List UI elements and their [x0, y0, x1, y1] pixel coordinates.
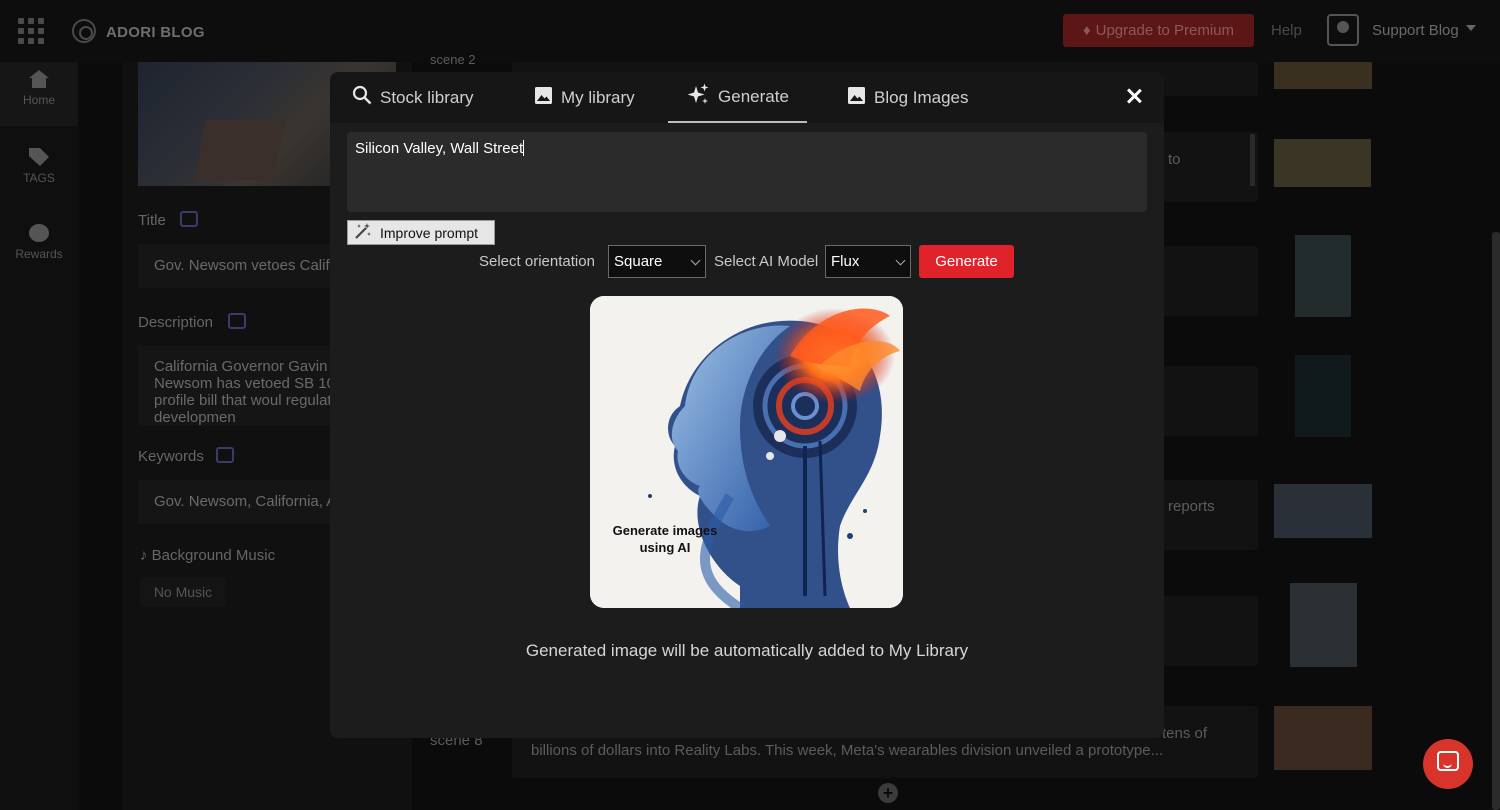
generated-image-preview: Generate images using AI: [590, 296, 903, 608]
account-name[interactable]: Support Blog: [1372, 22, 1459, 39]
scene-text: tens of: [1162, 725, 1208, 742]
improve-prompt-button[interactable]: Improve prompt: [347, 220, 495, 245]
generate-button[interactable]: Generate: [919, 245, 1014, 278]
page-scrollbar[interactable]: [1492, 232, 1500, 810]
tab-label: Blog Images: [874, 87, 969, 107]
scene-text: reports: [1168, 498, 1215, 515]
orientation-value: Square: [614, 253, 663, 270]
scene-thumbnail[interactable]: [1290, 583, 1357, 667]
chevron-down-icon: [690, 255, 701, 266]
image-icon: [847, 86, 866, 110]
chevron-down-icon: [895, 255, 906, 266]
scene-label: scene 2: [430, 52, 476, 67]
image-icon: [534, 86, 553, 110]
scene-text: to: [1168, 151, 1181, 168]
music-label-text: Background Music: [151, 547, 276, 564]
cover-image-detail: [194, 120, 286, 180]
sidebar-item-rewards[interactable]: Rewards: [0, 216, 78, 280]
tab-my-library[interactable]: My library: [534, 72, 635, 123]
orientation-label: Select orientation: [479, 253, 595, 270]
search-icon: [352, 85, 372, 110]
scene-thumbnail[interactable]: [1274, 62, 1372, 89]
upgrade-button[interactable]: ♦ Upgrade to Premium: [1063, 14, 1254, 47]
ai-robot-icon[interactable]: [228, 313, 246, 329]
sidebar-item-label: TAGS: [23, 171, 55, 185]
preview-caption: Generate images using AI: [612, 523, 718, 555]
rewards-icon: [29, 224, 49, 242]
ai-model-label: Select AI Model: [714, 253, 819, 270]
scene-thumbnail[interactable]: [1274, 139, 1371, 187]
music-label: ♪ Background Music: [140, 547, 275, 564]
tab-label: Generate: [718, 86, 789, 106]
tab-generate[interactable]: Generate: [668, 72, 807, 123]
scene-text: billions of dollars into Reality Labs. T…: [531, 742, 1164, 759]
ai-robot-icon[interactable]: [216, 447, 234, 463]
description-label: Description: [138, 314, 214, 331]
sidebar-item-home[interactable]: Home: [0, 62, 78, 126]
text-cursor: [523, 140, 525, 156]
adori-logo-icon: [72, 19, 96, 43]
brand-name: ADORI BLOG: [106, 24, 205, 41]
improve-prompt-label: Improve prompt: [380, 224, 479, 241]
orientation-select[interactable]: Square: [608, 245, 706, 278]
prompt-input[interactable]: Silicon Valley, Wall Street: [347, 132, 1147, 212]
keywords-label: Keywords: [138, 448, 204, 465]
sidebar-item-label: Rewards: [15, 247, 63, 261]
apps-grid-icon[interactable]: [18, 18, 44, 44]
scene-card-edge: [1250, 134, 1255, 186]
music-select[interactable]: No Music: [140, 577, 226, 607]
account-avatar-icon[interactable]: [1327, 14, 1359, 46]
scene-thumbnail[interactable]: [1274, 484, 1372, 538]
ai-head-illustration: [590, 296, 903, 608]
scene-thumbnail[interactable]: [1274, 706, 1372, 770]
sidebar-item-tags[interactable]: TAGS: [0, 140, 78, 204]
ai-robot-icon[interactable]: [180, 211, 198, 227]
ai-model-select[interactable]: Flux: [825, 245, 911, 278]
upgrade-label: Upgrade to Premium: [1095, 22, 1235, 39]
sidebar-item-label: Home: [22, 93, 55, 107]
close-icon[interactable]: [1123, 85, 1145, 107]
music-note-icon: ♪: [140, 547, 152, 564]
tab-label: My library: [561, 87, 635, 107]
prompt-value: Silicon Valley, Wall Street: [355, 140, 524, 157]
help-link[interactable]: Help: [1271, 22, 1302, 39]
home-icon: [29, 70, 49, 88]
scene-thumbnail[interactable]: [1295, 235, 1351, 317]
tag-icon: [29, 148, 49, 166]
tab-blog-images[interactable]: Blog Images: [847, 72, 969, 123]
ai-model-value: Flux: [831, 253, 860, 270]
library-note: Generated image will be automatically ad…: [525, 641, 969, 660]
sparkle-icon: [686, 82, 710, 111]
magic-wand-icon: [354, 222, 372, 243]
tab-label: Stock library: [380, 87, 474, 107]
tab-stock-library[interactable]: Stock library: [352, 72, 474, 123]
scene-thumbnail[interactable]: [1295, 355, 1351, 437]
chevron-down-icon[interactable]: [1466, 25, 1476, 31]
title-label: Title: [138, 212, 166, 229]
chat-icon: [1437, 751, 1459, 771]
add-scene-icon[interactable]: +: [878, 783, 898, 803]
